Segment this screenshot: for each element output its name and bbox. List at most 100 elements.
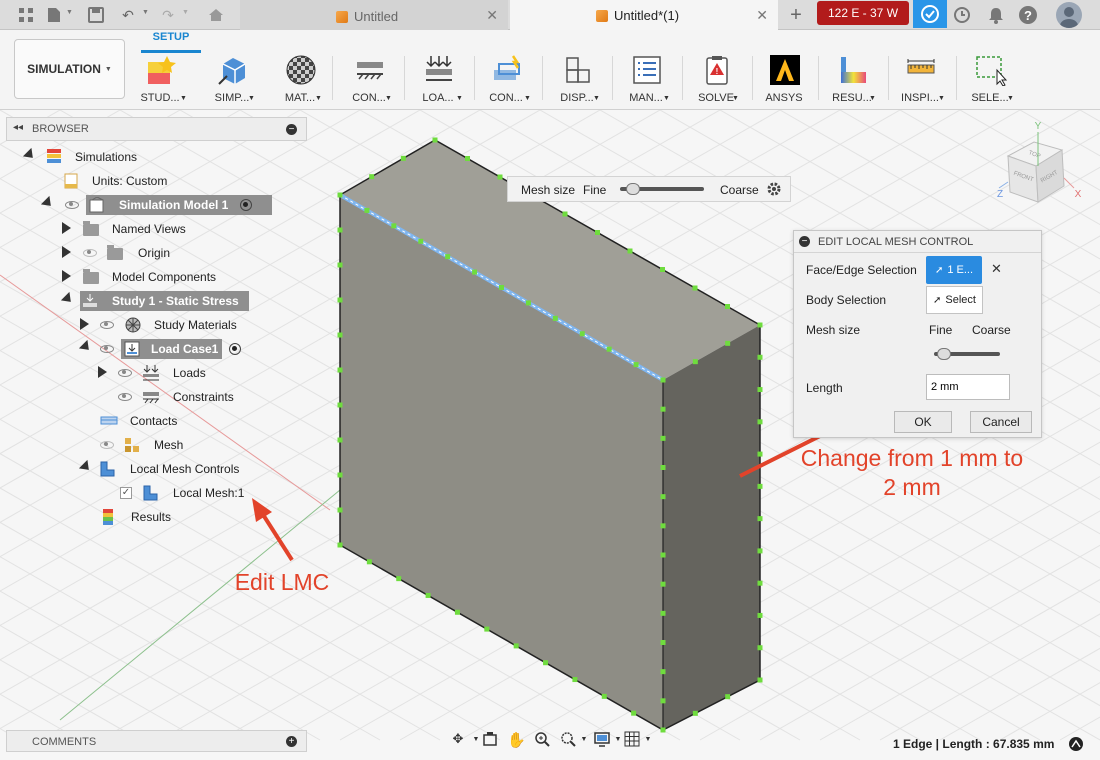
ok-button[interactable]: OK bbox=[894, 411, 952, 433]
length-input[interactable] bbox=[926, 374, 1010, 400]
cancel-button[interactable]: Cancel bbox=[970, 411, 1032, 433]
comments-panel[interactable]: COMMENTS + bbox=[6, 730, 307, 752]
workspace-switcher[interactable]: SIMULATION ▼ bbox=[14, 39, 125, 99]
add-tab-icon[interactable]: + bbox=[786, 4, 806, 26]
job-status-badge[interactable]: 122 E - 37 W bbox=[817, 1, 909, 25]
dialog-mesh-slider-knob[interactable] bbox=[936, 348, 951, 360]
home-icon[interactable] bbox=[206, 5, 226, 25]
chevron-down-icon[interactable]: ▼ bbox=[524, 95, 531, 102]
pan-icon[interactable]: ✋ bbox=[507, 731, 526, 749]
undo-icon[interactable]: ↶ bbox=[118, 5, 138, 25]
chevron-down-icon[interactable]: ▼ bbox=[456, 95, 463, 102]
chevron-down-icon[interactable]: ▼ bbox=[639, 736, 657, 754]
expand-triangle-icon[interactable] bbox=[98, 366, 107, 378]
x-axis-label: X bbox=[1075, 189, 1082, 200]
sync-icon[interactable] bbox=[913, 0, 947, 28]
gear-icon[interactable] bbox=[766, 181, 782, 197]
chevron-down-icon[interactable]: ▼ bbox=[938, 95, 945, 102]
box-right-face[interactable] bbox=[663, 325, 760, 730]
file-caret-icon[interactable]: ▼ bbox=[66, 9, 73, 16]
tab-setup[interactable]: SETUP bbox=[141, 31, 201, 53]
chevron-down-icon[interactable]: ▼ bbox=[385, 95, 392, 102]
clock-icon[interactable] bbox=[952, 5, 972, 25]
tree-label: Contacts bbox=[130, 414, 178, 428]
results-tool[interactable]: RESU... bbox=[816, 52, 888, 108]
ansys-tool[interactable]: ANSYS bbox=[748, 52, 820, 108]
solve-tool[interactable]: ! SOLVE bbox=[680, 52, 752, 108]
minus-icon[interactable]: − bbox=[799, 236, 810, 247]
display-tool[interactable]: DISP... bbox=[541, 52, 613, 108]
mesh-node bbox=[337, 297, 343, 303]
chevron-down-icon[interactable]: ▼ bbox=[575, 736, 593, 754]
title-bar: ▼ ↶ ▼ ↷ ▼ Untitled ✕ Untitled*(1) ✕ + 12… bbox=[0, 0, 1100, 30]
select-tool[interactable]: SELE... bbox=[954, 52, 1026, 108]
doc-tab-untitled[interactable]: Untitled ✕ bbox=[240, 0, 508, 30]
save-icon[interactable] bbox=[86, 5, 106, 25]
chevron-down-icon[interactable]: ▼ bbox=[180, 95, 187, 102]
visibility-eye-icon[interactable] bbox=[100, 345, 114, 353]
expand-triangle-icon[interactable] bbox=[80, 318, 89, 330]
mesh-node bbox=[757, 548, 763, 554]
material-tool[interactable]: MAT... bbox=[264, 52, 336, 108]
add-comment-icon[interactable]: + bbox=[286, 736, 297, 747]
tree-label: Study 1 - Static Stress bbox=[112, 294, 239, 308]
minus-icon[interactable]: − bbox=[286, 124, 297, 135]
loads-tool[interactable]: LOA... bbox=[402, 52, 474, 108]
visibility-eye-icon[interactable] bbox=[65, 201, 79, 209]
user-avatar[interactable] bbox=[1056, 2, 1082, 28]
results-icon bbox=[103, 509, 113, 525]
visibility-eye-icon[interactable] bbox=[100, 321, 114, 329]
mesh-node bbox=[465, 156, 470, 161]
viewcube[interactable]: TOP FRONT RIGHT Y Z X bbox=[996, 118, 1086, 208]
activate-radio-icon[interactable] bbox=[240, 199, 252, 211]
hidden-eye-icon[interactable] bbox=[83, 249, 97, 257]
mesh-node bbox=[660, 465, 666, 470]
bell-icon[interactable] bbox=[986, 5, 1006, 25]
redo-icon[interactable]: ↷ bbox=[158, 5, 178, 25]
chevron-down-icon[interactable]: ▼ bbox=[732, 95, 739, 102]
look-at-icon[interactable] bbox=[481, 731, 499, 749]
face-edge-selection-button[interactable]: ➚ 1 E... bbox=[926, 256, 982, 284]
chevron-down-icon[interactable]: ▼ bbox=[869, 95, 876, 102]
chevron-down-icon[interactable]: ▼ bbox=[663, 95, 670, 102]
simplify-tool[interactable]: SIMP... bbox=[196, 52, 268, 108]
chevron-down-icon[interactable]: ▼ bbox=[315, 95, 322, 102]
expand-triangle-icon[interactable] bbox=[62, 246, 71, 258]
constraints-tool[interactable]: CON... bbox=[333, 52, 405, 108]
doc-tab-untitled-1[interactable]: Untitled*(1) ✕ bbox=[510, 0, 778, 30]
chevron-down-icon[interactable]: ▼ bbox=[248, 95, 255, 102]
mesh-node bbox=[400, 155, 406, 161]
close-icon[interactable]: ✕ bbox=[756, 7, 768, 24]
close-icon[interactable]: ✕ bbox=[486, 7, 498, 24]
dialog-titlebar[interactable]: − EDIT LOCAL MESH CONTROL bbox=[794, 231, 1041, 253]
expand-triangle-icon[interactable] bbox=[62, 222, 71, 234]
help-icon[interactable]: ? bbox=[1018, 5, 1038, 25]
manage-tool[interactable]: MAN... bbox=[610, 52, 682, 108]
hidden-eye-icon[interactable] bbox=[100, 441, 114, 449]
clear-selection-icon[interactable]: ✕ bbox=[991, 261, 1002, 277]
inspect-tool[interactable]: INSPI... bbox=[884, 52, 956, 108]
undo-caret-icon[interactable]: ▼ bbox=[142, 9, 149, 16]
zoom-icon[interactable] bbox=[533, 731, 551, 749]
tree-label: Study Materials bbox=[154, 318, 237, 332]
visibility-eye-icon[interactable] bbox=[118, 369, 132, 377]
contacts-tool[interactable]: CON... bbox=[470, 52, 542, 108]
redo-caret-icon[interactable]: ▼ bbox=[182, 9, 189, 16]
browser-header[interactable]: ◂◂ BROWSER − bbox=[6, 117, 307, 141]
grid-icon[interactable] bbox=[16, 5, 36, 25]
activate-radio-icon[interactable] bbox=[229, 343, 241, 355]
collapse-panel-icon[interactable]: ◂◂ bbox=[13, 122, 23, 133]
mesh-node bbox=[601, 693, 607, 699]
expand-triangle-icon[interactable] bbox=[62, 270, 71, 282]
file-icon[interactable] bbox=[44, 5, 64, 25]
loads-icon bbox=[143, 365, 159, 381]
body-selection-button[interactable]: ➚ Select bbox=[926, 286, 983, 314]
visibility-eye-icon[interactable] bbox=[118, 393, 132, 401]
chevron-down-icon[interactable]: ▼ bbox=[593, 95, 600, 102]
orbit-icon[interactable]: ✥ bbox=[449, 731, 467, 749]
mesh-size-slider-knob[interactable] bbox=[625, 183, 640, 195]
checkbox-icon[interactable]: ✓ bbox=[120, 487, 132, 499]
chevron-down-icon[interactable]: ▼ bbox=[1007, 95, 1014, 102]
folder-icon bbox=[83, 269, 99, 284]
mesh-node bbox=[572, 677, 578, 683]
